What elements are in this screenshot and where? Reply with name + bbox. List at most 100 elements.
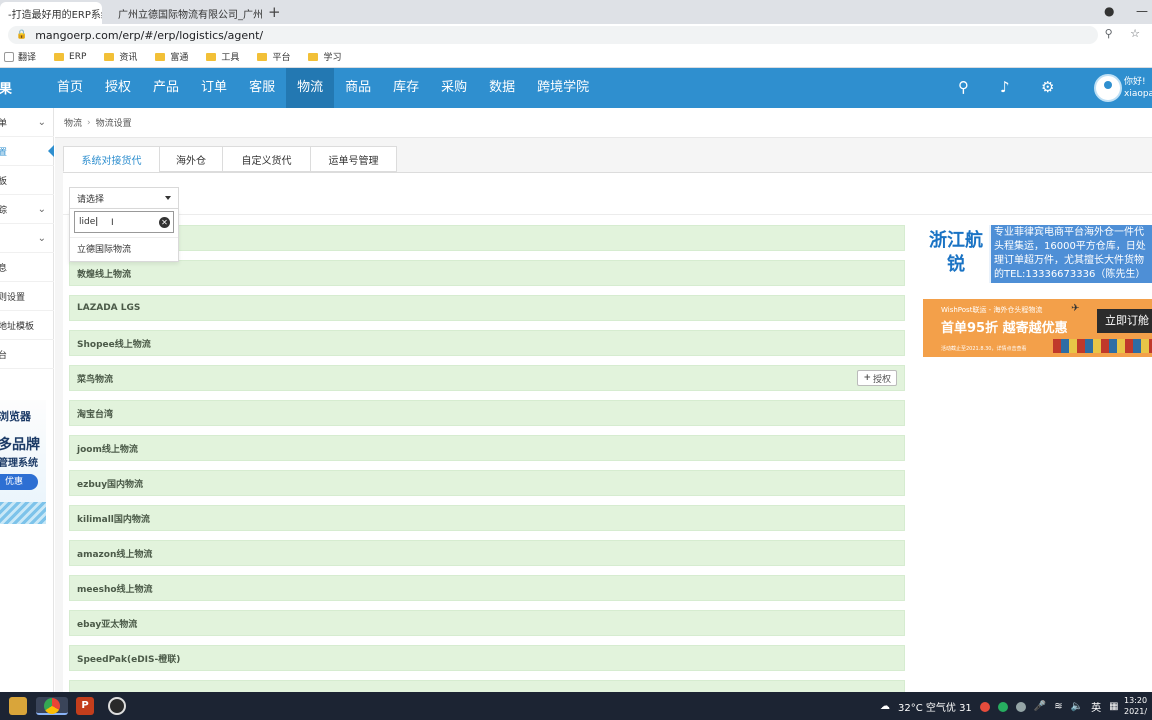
- minimize-icon[interactable]: —: [1136, 4, 1148, 18]
- sidebar-ad-banner[interactable]: 浏览器 多品牌 管理系统 优惠: [0, 400, 46, 524]
- carrier-row[interactable]: joom线上物流: [69, 435, 905, 461]
- clock[interactable]: 13:20 2021/: [1124, 695, 1147, 717]
- keyboard-icon[interactable]: ▦: [1109, 701, 1118, 712]
- bookmark-platform[interactable]: 平台: [257, 50, 290, 63]
- carrier-row[interactable]: ezbuy国内物流: [69, 470, 905, 496]
- tray-app-icon[interactable]: [1015, 701, 1026, 712]
- book-now-button[interactable]: 立即订舱: [1097, 309, 1152, 333]
- ad-discount-button[interactable]: 优惠: [0, 474, 38, 490]
- chevron-down-icon: ⌄: [37, 203, 46, 215]
- sidebar-item-orders[interactable]: 单⌄: [0, 108, 54, 137]
- folder-icon: [54, 52, 65, 61]
- breadcrumb-logistics[interactable]: 物流: [64, 116, 82, 129]
- sidebar-item-settings[interactable]: 置: [0, 137, 54, 166]
- forwarder-select[interactable]: 请选择: [69, 187, 179, 209]
- new-tab-button[interactable]: +: [268, 3, 281, 21]
- sidebar-item-template[interactable]: 板: [0, 166, 54, 195]
- carrier-row[interactable]: 淘宝台湾: [69, 400, 905, 426]
- input-language[interactable]: 英: [1091, 699, 1101, 714]
- carrier-row[interactable]: 敦煌线上物流: [69, 260, 905, 286]
- sidebar-item-tracking[interactable]: 踪⌄: [0, 195, 54, 224]
- nav-home[interactable]: 首页: [46, 68, 94, 108]
- tray-app-icon[interactable]: [997, 701, 1008, 712]
- carrier-row[interactable]: SpeedPak(eDIS-橙联): [69, 645, 905, 671]
- sidebar-item-address-template[interactable]: 地址模板: [0, 311, 54, 340]
- powerpoint-icon[interactable]: P: [76, 697, 94, 715]
- sidebar-item-rules[interactable]: 则设置: [0, 282, 54, 311]
- clear-icon[interactable]: ✕: [159, 217, 170, 228]
- carrier-row[interactable]: amazon线上物流: [69, 540, 905, 566]
- dropdown-search-input[interactable]: lide | I ✕: [74, 211, 174, 233]
- logo[interactable]: 芒果: [0, 78, 26, 97]
- chevron-down-icon: ⌄: [37, 232, 46, 244]
- plane-icon: ✈: [1071, 303, 1080, 314]
- carrier-row[interactable]: [69, 680, 905, 692]
- nav-orders[interactable]: 订单: [190, 68, 238, 108]
- url-input[interactable]: 🔒 mangoerp.com/erp/#/erp/logistics/agent…: [8, 26, 1098, 44]
- user-info[interactable]: 你好! xiaopa: [1124, 76, 1152, 100]
- wifi-icon[interactable]: ≋: [1054, 701, 1062, 712]
- tray-app-icon[interactable]: [979, 701, 990, 712]
- microphone-icon[interactable]: 🎤: [1034, 701, 1046, 712]
- bell-icon[interactable]: ♪: [1000, 78, 1010, 96]
- tab-tracking-management[interactable]: 运单号管理: [310, 146, 397, 172]
- obs-icon[interactable]: [108, 697, 126, 715]
- chrome-icon[interactable]: [36, 697, 68, 715]
- address-actions: ⚲ ☆: [1091, 27, 1140, 40]
- carrier-row[interactable]: ebay亚太物流: [69, 610, 905, 636]
- tabs: 系统对接货代 海外仓 自定义货代 运单号管理: [63, 146, 397, 172]
- carrier-row[interactable]: Shopee线上物流: [69, 330, 905, 356]
- bookmark-study[interactable]: 学习: [308, 50, 341, 63]
- app-header: 芒果 首页 授权 产品 订单 客服 物流 商品 库存 采购 数据 跨境学院 ⚲ …: [0, 68, 1152, 108]
- nav-products[interactable]: 产品: [142, 68, 190, 108]
- carrier-row[interactable]: meesho线上物流: [69, 575, 905, 601]
- browser-tab[interactable]: 广州立德国际物流有限公司_广州 ✕: [104, 2, 264, 24]
- bookmark-erp[interactable]: ERP: [54, 52, 86, 62]
- volume-icon[interactable]: 🔈: [1071, 701, 1083, 712]
- bookmark-translate[interactable]: 翻译: [4, 50, 36, 63]
- bookmark-futong[interactable]: 富通: [155, 50, 188, 63]
- carrier-row[interactable]: [69, 225, 905, 251]
- file-explorer-icon[interactable]: [9, 697, 27, 715]
- ad-banner-wishpost[interactable]: WishPost联运 - 海外仓头程物流 首单95折 越寄越优惠 活动截止至20…: [923, 299, 1152, 357]
- taskbar: P ☁ 32°C 空气优 31 🎤 ≋ 🔈 英 ▦ 13:20 2021/: [0, 692, 1152, 720]
- weather-text[interactable]: 32°C 空气优 31: [898, 699, 972, 714]
- folder-icon: [206, 52, 217, 61]
- gear-icon[interactable]: ⚙: [1041, 78, 1054, 96]
- star-icon[interactable]: ☆: [1130, 27, 1140, 40]
- chevron-right-icon: ›: [87, 117, 91, 128]
- main-content: 物流 › 物流设置 系统对接货代 海外仓 自定义货代 运单号管理 请选择 lid…: [55, 108, 1152, 692]
- nav-goods[interactable]: 商品: [334, 68, 382, 108]
- nav-logistics[interactable]: 物流: [286, 68, 335, 108]
- bookmark-tools[interactable]: 工具: [206, 50, 239, 63]
- ad-banner-hangrui[interactable]: 浙江航锐 专业菲律宾电商平台海外仓一件代头程集运，16000平方仓库，日处理订单…: [923, 225, 1152, 283]
- sidebar-item-info[interactable]: 息: [0, 253, 54, 282]
- breadcrumb-settings: 物流设置: [95, 119, 132, 129]
- browser-tab-active[interactable]: -打造最好用的ERP系统 ✕: [0, 2, 102, 24]
- user-name: xiaopa: [1124, 89, 1152, 99]
- sidebar-item-platform[interactable]: 台: [0, 340, 54, 369]
- nav-data[interactable]: 数据: [478, 68, 526, 108]
- tab-overseas-warehouse[interactable]: 海外仓: [159, 146, 223, 172]
- dropdown-option[interactable]: 立德国际物流: [70, 237, 178, 259]
- nav-service[interactable]: 客服: [238, 68, 286, 108]
- bookmark-news[interactable]: 资讯: [104, 50, 137, 63]
- sidebar-item-group[interactable]: ⌄: [0, 224, 54, 253]
- zoom-icon[interactable]: ⚲: [1105, 27, 1113, 40]
- clock-time: 13:20: [1124, 696, 1148, 705]
- carrier-row[interactable]: LAZADA LGS: [69, 295, 905, 321]
- authorize-button[interactable]: + 授权: [857, 370, 897, 386]
- nav-purchase[interactable]: 采购: [430, 68, 478, 108]
- carrier-row[interactable]: kilimall国内物流: [69, 505, 905, 531]
- translate-icon: [4, 51, 14, 62]
- carrier-row[interactable]: 菜鸟物流 + 授权: [69, 365, 905, 391]
- search-icon[interactable]: ⚲: [958, 78, 969, 96]
- avatar[interactable]: [1094, 74, 1122, 102]
- nav-academy[interactable]: 跨境学院: [526, 68, 600, 108]
- tab-system-forwarder[interactable]: 系统对接货代: [63, 146, 160, 172]
- tab-custom-forwarder[interactable]: 自定义货代: [222, 146, 311, 172]
- nav-inventory[interactable]: 库存: [382, 68, 430, 108]
- nav-authorize[interactable]: 授权: [94, 68, 142, 108]
- chevron-down-icon[interactable]: ●: [1104, 4, 1114, 18]
- bookmarks-bar: 翻译 ERP 资讯 富通 工具 平台 学习: [0, 46, 1152, 68]
